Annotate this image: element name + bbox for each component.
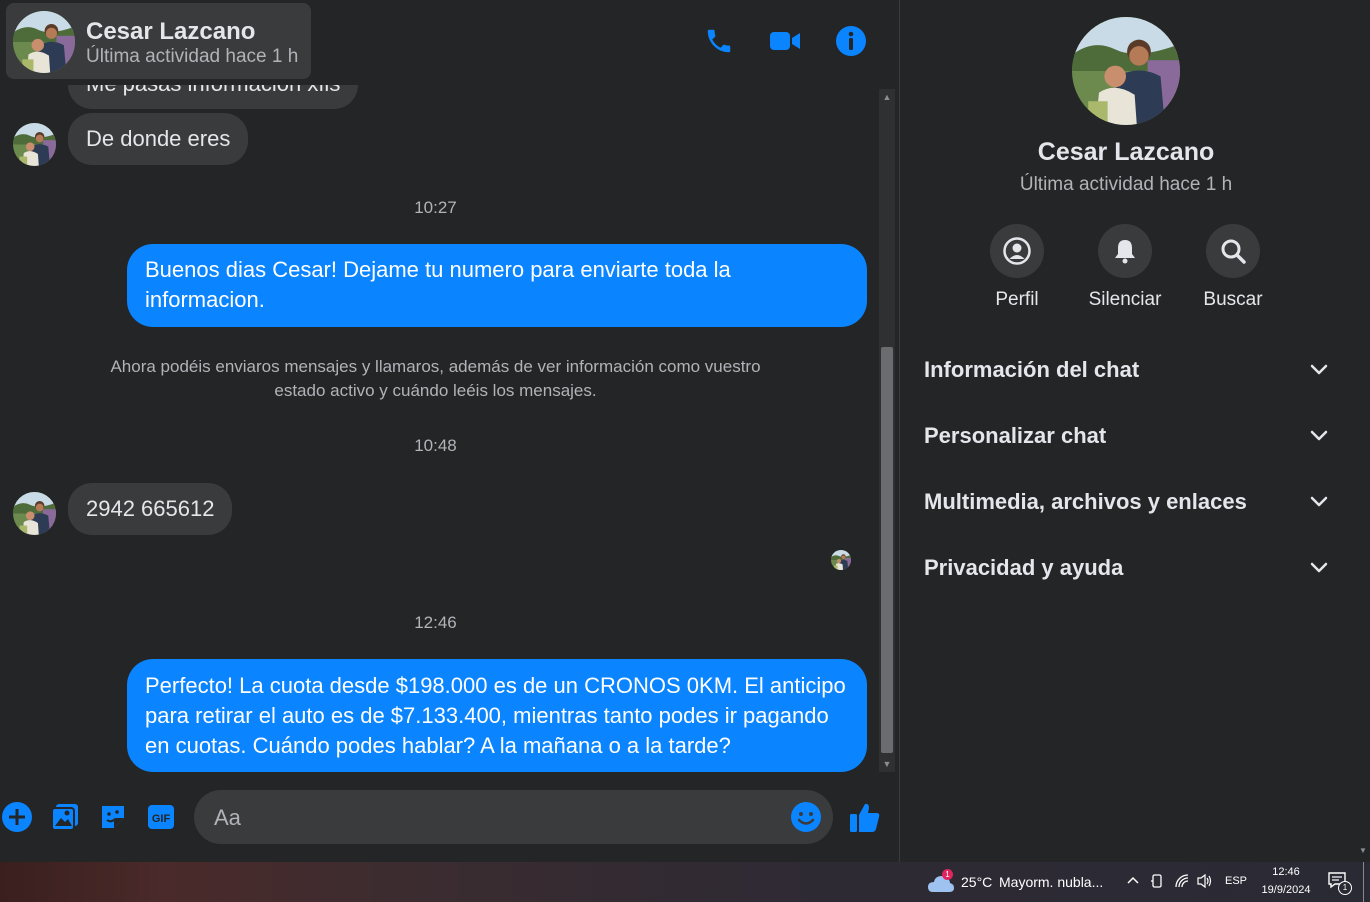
more-actions-button[interactable]: [0, 800, 34, 834]
message-input[interactable]: [212, 800, 776, 836]
scroll-down-arrow-icon[interactable]: ▼: [1359, 846, 1367, 855]
volume-tray[interactable]: [1196, 873, 1214, 894]
windows-taskbar: 1 25°C Mayorm. nubla... ESP 12:46 19/9/2…: [0, 862, 1370, 902]
message-text: Me pasas información xfis: [86, 85, 340, 96]
conversation-info-button[interactable]: [834, 24, 868, 58]
show-hidden-icons-button[interactable]: [1126, 874, 1140, 893]
contact-avatar[interactable]: [13, 123, 56, 166]
message-list: Me pasas información xfis De donde eres …: [0, 85, 880, 775]
network-tray[interactable]: [1174, 873, 1190, 894]
profile-action-button[interactable]: Perfil: [967, 224, 1067, 311]
attach-photo-button[interactable]: [48, 800, 82, 834]
device-icon: [1151, 874, 1162, 888]
message-text: Buenos dias Cesar! Dejame tu numero para…: [145, 257, 731, 312]
system-notice: Ahora podéis enviaros mensajes y llamaro…: [110, 357, 761, 400]
section-customize-chat[interactable]: Personalizar chat: [924, 416, 1328, 456]
image-icon: [51, 804, 78, 831]
smiley-icon: [791, 802, 821, 832]
contact-header[interactable]: Cesar Lazcano Última actividad hace 1 h: [6, 3, 311, 79]
sticker-icon: [102, 806, 124, 828]
message-outgoing[interactable]: Perfecto! La cuota desde $198.000 es de …: [127, 659, 867, 772]
bell-icon: [1115, 240, 1135, 264]
message-text: Perfecto! La cuota desde $198.000 es de …: [145, 673, 846, 758]
chevron-up-icon: [1127, 876, 1139, 884]
mute-action-button[interactable]: Silenciar: [1075, 224, 1175, 311]
section-title: Multimedia, archivos y enlaces: [924, 489, 1247, 514]
scroll-up-arrow-icon[interactable]: ▲: [879, 89, 895, 105]
contact-name: Cesar Lazcano: [86, 18, 256, 45]
chat-pane: Me pasas información xfis De donde eres …: [0, 0, 899, 862]
chevron-down-icon: [1310, 562, 1328, 573]
profile-action-circle[interactable]: [990, 224, 1044, 278]
message-text: 2942 665612: [86, 496, 215, 521]
conversation-details-panel: Cesar Lazcano Última actividad hace 1 h …: [899, 0, 1370, 862]
contact-avatar[interactable]: [13, 492, 56, 535]
contact-avatar[interactable]: [13, 11, 75, 73]
send-like-button[interactable]: [848, 800, 882, 834]
message-timestamp: 10:27: [414, 198, 457, 217]
scroll-down-arrow-icon[interactable]: ▼: [879, 756, 895, 772]
info-icon: [836, 26, 866, 56]
chevron-down-icon: [1310, 364, 1328, 375]
scroll-thumb[interactable]: [881, 347, 893, 753]
section-chat-info[interactable]: Información del chat: [924, 350, 1328, 390]
search-action-label: Buscar: [1203, 289, 1263, 310]
emoji-button[interactable]: [790, 801, 822, 833]
svg-text:GIF: GIF: [152, 813, 171, 825]
message-outgoing[interactable]: Buenos dias Cesar! Dejame tu numero para…: [127, 244, 867, 327]
profile-action-label: Perfil: [995, 289, 1039, 310]
gif-icon: GIF: [148, 805, 174, 829]
message-text: De donde eres: [86, 126, 231, 151]
profile-icon: [1003, 237, 1031, 265]
sticker-button[interactable]: [96, 800, 130, 834]
meet-now-tray[interactable]: [1150, 873, 1164, 894]
message-incoming-partial[interactable]: Me pasas información xfis: [68, 85, 359, 109]
message-scrollbar[interactable]: ▲ ▼: [879, 89, 895, 772]
search-icon: [1221, 239, 1246, 264]
clock-time[interactable]: 12:46: [1259, 866, 1313, 878]
section-title: Personalizar chat: [924, 423, 1107, 448]
message-input-container[interactable]: [194, 790, 833, 844]
clock-date[interactable]: 19/9/2024: [1256, 884, 1316, 896]
search-action-circle[interactable]: [1206, 224, 1260, 278]
mute-action-label: Silenciar: [1088, 289, 1162, 310]
wifi-icon: [1175, 874, 1189, 888]
section-title: Privacidad y ayuda: [924, 555, 1124, 580]
weather-condition[interactable]: Mayorm. nubla...: [999, 874, 1103, 890]
phone-icon: [707, 29, 731, 53]
notification-count-badge: 1: [1338, 881, 1352, 895]
profile-name: Cesar Lazcano: [1037, 138, 1215, 166]
input-language[interactable]: ESP: [1225, 875, 1247, 887]
search-action-button[interactable]: Buscar: [1183, 224, 1283, 311]
thumbs-up-icon: [850, 803, 880, 832]
weather-widget[interactable]: 1: [927, 869, 955, 894]
chevron-down-icon: [1310, 496, 1328, 507]
section-privacy-support[interactable]: Privacidad y ayuda: [924, 548, 1328, 588]
notification-center-button[interactable]: 1: [1327, 871, 1352, 895]
profile-status: Última actividad hace 1 h: [1019, 174, 1233, 195]
message-incoming[interactable]: 2942 665612: [68, 483, 233, 535]
video-camera-icon: [770, 32, 800, 50]
details-scrollbar[interactable]: ▼: [1356, 0, 1370, 862]
weather-temperature[interactable]: 25°C: [961, 874, 992, 890]
speaker-icon: [1197, 873, 1212, 889]
message-incoming[interactable]: De donde eres: [68, 113, 249, 165]
message-timestamp: 12:46: [414, 613, 457, 632]
section-media-files-links[interactable]: Multimedia, archivos y enlaces: [924, 482, 1328, 522]
section-title: Información del chat: [924, 357, 1140, 382]
gif-button[interactable]: GIF: [144, 800, 178, 834]
chevron-down-icon: [1310, 430, 1328, 441]
mute-action-circle[interactable]: [1098, 224, 1152, 278]
contact-status: Última actividad hace 1 h: [86, 46, 299, 67]
message-timestamp: 10:48: [414, 436, 457, 455]
video-call-button[interactable]: [768, 24, 802, 58]
plus-circle-icon: [2, 802, 32, 832]
show-desktop-button[interactable]: [1363, 862, 1364, 902]
profile-avatar[interactable]: [1072, 17, 1180, 125]
audio-call-button[interactable]: [702, 24, 736, 58]
weather-alert-badge: 1: [942, 869, 953, 880]
read-receipt-avatar: [831, 550, 851, 570]
